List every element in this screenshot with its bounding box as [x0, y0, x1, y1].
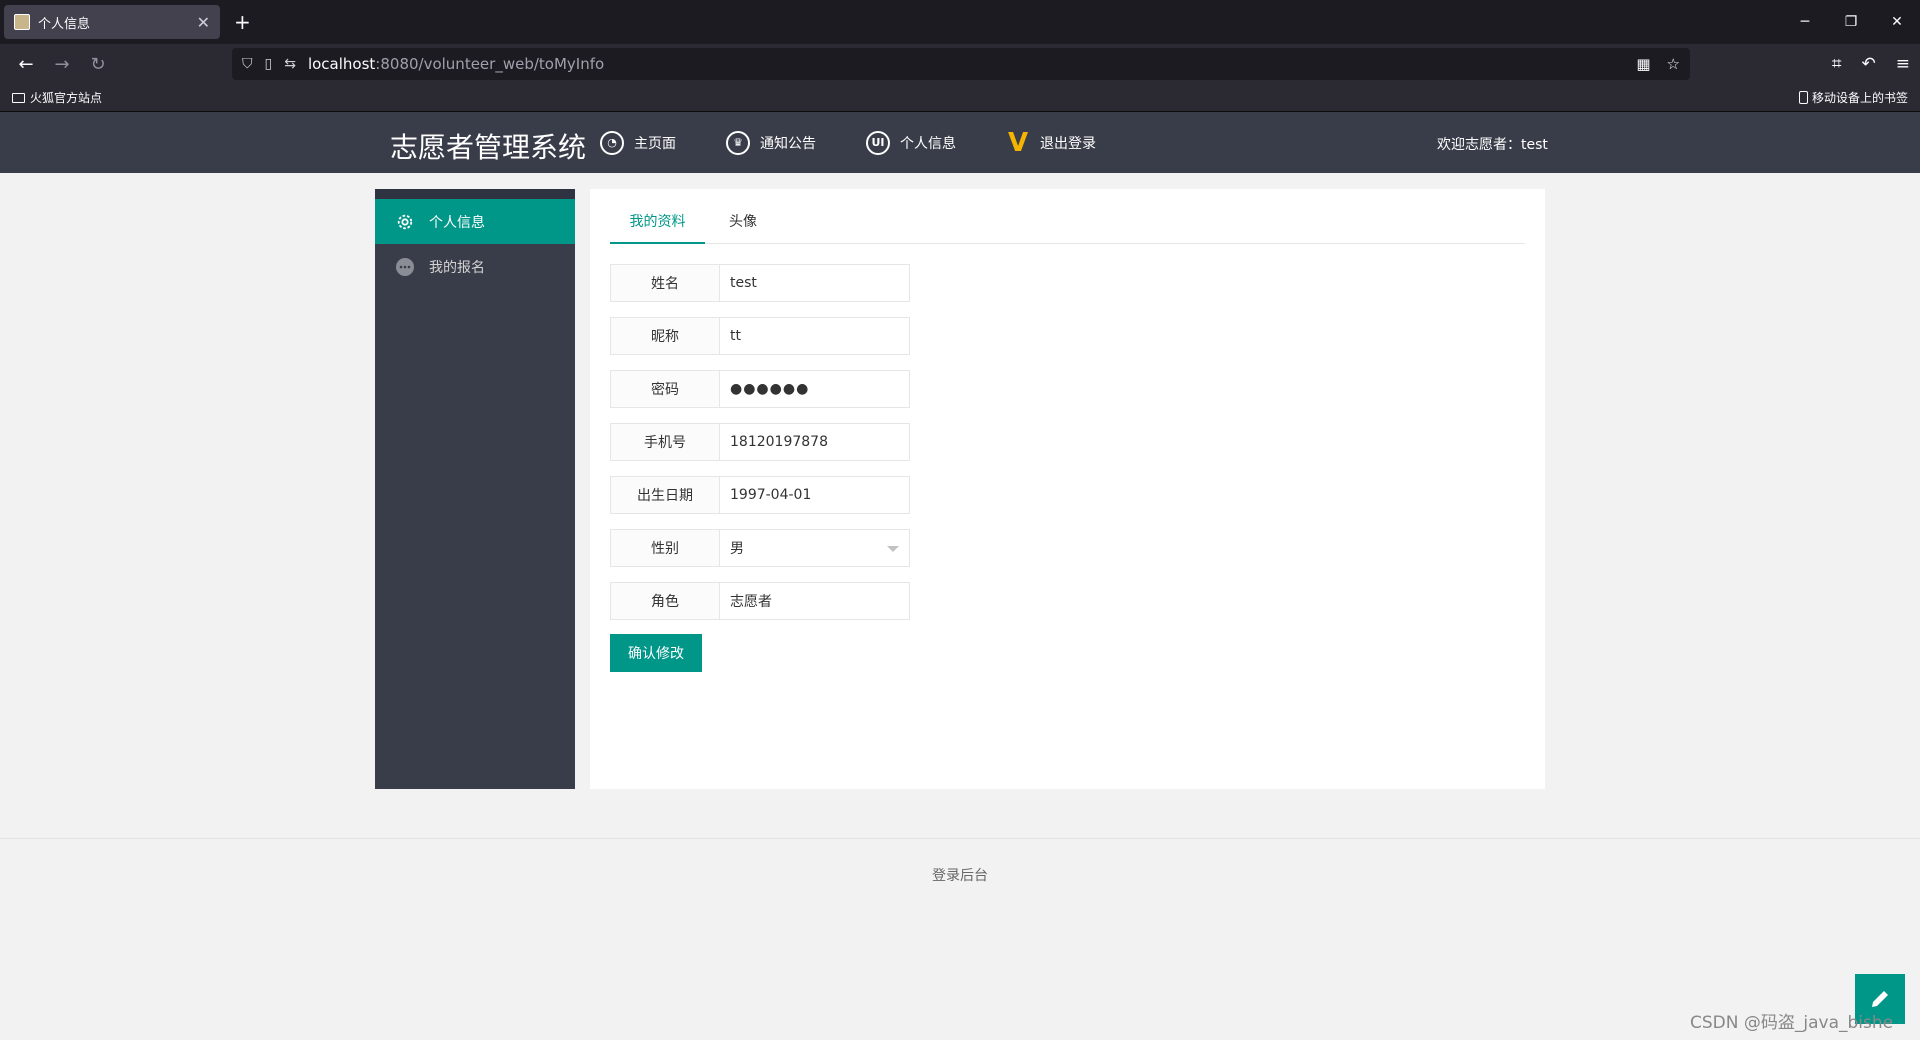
password-input[interactable]: ●●●●●● [720, 370, 910, 408]
mobile-bookmarks-label: 移动设备上的书签 [1811, 91, 1908, 105]
forward-icon[interactable]: → [44, 48, 80, 80]
chevron-down-icon [887, 546, 899, 552]
menu-icon[interactable]: ≡ [1896, 54, 1910, 74]
nav-logout[interactable]: V 退出登录 [1006, 127, 1096, 158]
page-icon: ▯ [264, 56, 273, 72]
admin-login-link[interactable]: 登录后台 [932, 865, 988, 885]
tab-my-profile[interactable]: 我的资料 [610, 209, 705, 244]
form-row-nickname: 昵称 tt [610, 317, 910, 355]
nav-profile-label: 个人信息 [900, 135, 956, 152]
form-row-phone: 手机号 18120197878 [610, 423, 910, 461]
gender-label: 性别 [610, 529, 720, 567]
tab-avatar[interactable]: 头像 [711, 209, 775, 244]
browser-navbar: ← → ↻ ⛉ ▯ ⇆ localhost :8080/volunteer_we… [0, 44, 1920, 84]
bookmarks-bar: 火狐官方站点 移动设备上的书签 [0, 84, 1920, 112]
gender-select-value: 男 [730, 541, 744, 557]
chat-icon [395, 257, 415, 277]
qr-code-icon[interactable]: ▦ [1636, 55, 1650, 73]
birthdate-label: 出生日期 [610, 476, 720, 514]
mobile-bookmarks[interactable]: 移动设备上的书签 [1798, 89, 1908, 106]
bookmark-firefox[interactable]: 火狐官方站点 [30, 89, 102, 106]
url-bar[interactable]: ⛉ ▯ ⇆ localhost :8080/volunteer_web/toMy… [232, 48, 1690, 80]
reload-icon[interactable]: ↻ [80, 48, 116, 80]
form-row-name: 姓名 test [610, 264, 910, 302]
birthdate-input[interactable]: 1997-04-01 [720, 476, 910, 514]
phone-input[interactable]: 18120197878 [720, 423, 910, 461]
app-logo[interactable]: 志愿者管理系统 [390, 126, 586, 166]
folder-icon [12, 92, 25, 103]
page-favicon-icon [14, 14, 30, 30]
browser-tab-title: 个人信息 [38, 16, 91, 32]
sidebar-item-profile[interactable]: 个人信息 [375, 199, 575, 244]
confirm-edit-button[interactable]: 确认修改 [610, 634, 702, 672]
phone-icon [1798, 91, 1808, 104]
new-tab-button[interactable]: + [234, 10, 251, 34]
footer: 登录后台 [0, 838, 1920, 898]
sidebar: 个人信息 我的报名 [375, 189, 575, 789]
form-row-password: 密码 ●●●●●● [610, 370, 910, 408]
name-input[interactable]: test [720, 264, 910, 302]
role-label: 角色 [610, 582, 720, 620]
password-label: 密码 [610, 370, 720, 408]
main-nav: ◔ 主页面 ♛ 通知公告 UI 个人信息 V 退出登录 [600, 112, 1146, 173]
sidebar-item-registrations[interactable]: 我的报名 [375, 244, 575, 289]
sidebar-item-label: 我的报名 [429, 259, 485, 276]
name-label: 姓名 [610, 264, 720, 302]
phone-label: 手机号 [610, 423, 720, 461]
pencil-icon [1872, 991, 1888, 1007]
window-controls: ─ ❐ ✕ [1782, 0, 1920, 44]
nav-profile[interactable]: UI 个人信息 [866, 130, 956, 155]
screenshot-icon[interactable]: ⌗ [1832, 54, 1842, 74]
gender-select[interactable]: 男 [720, 529, 910, 567]
home-icon: ◔ [600, 130, 624, 155]
v-icon: V [1007, 127, 1029, 158]
nav-logout-label: 退出登录 [1040, 135, 1096, 152]
nickname-input[interactable]: tt [720, 317, 910, 355]
back-icon[interactable]: ← [8, 48, 44, 80]
nav-home[interactable]: ◔ 主页面 [600, 130, 676, 155]
restore-icon[interactable]: ❐ [1828, 0, 1874, 44]
role-input[interactable]: 志愿者 [720, 582, 910, 620]
minimize-icon[interactable]: ─ [1782, 0, 1828, 44]
app-header: 志愿者管理系统 ◔ 主页面 ♛ 通知公告 UI 个人信息 V 退出登录 欢迎志愿… [0, 112, 1920, 173]
browser-tabbar: 个人信息 ✕ + ─ ❐ ✕ [0, 0, 1920, 44]
close-window-icon[interactable]: ✕ [1874, 0, 1920, 44]
nav-notices-label: 通知公告 [760, 135, 816, 152]
bookmark-star-icon[interactable]: ☆ [1667, 55, 1680, 73]
url-host: localhost [307, 55, 376, 73]
welcome-text: 欢迎志愿者：test [1437, 137, 1548, 153]
url-path: :8080/volunteer_web/toMyInfo [375, 55, 605, 73]
permissions-icon[interactable]: ⇆ [284, 56, 296, 72]
close-tab-icon[interactable]: ✕ [197, 13, 210, 32]
undo-icon[interactable]: ↶ [1862, 54, 1876, 74]
nickname-label: 昵称 [610, 317, 720, 355]
browser-tab[interactable]: 个人信息 ✕ [4, 5, 220, 39]
shield-icon[interactable]: ⛉ [242, 56, 253, 72]
form-row-gender: 性别 男 [610, 529, 910, 567]
ui-icon: UI [866, 130, 890, 155]
sidebar-top-strip [375, 189, 575, 199]
main-content: 我的资料 头像 姓名 test 昵称 tt 密码 ●●●●●● 手机号 1812… [590, 189, 1545, 789]
sidebar-item-label: 个人信息 [429, 214, 485, 231]
form-row-role: 角色 志愿者 [610, 582, 910, 620]
crown-icon: ♛ [726, 130, 750, 155]
gear-icon [395, 212, 415, 232]
nav-notices[interactable]: ♛ 通知公告 [726, 130, 816, 155]
form-row-birthdate: 出生日期 1997-04-01 [610, 476, 910, 514]
profile-tabs: 我的资料 头像 [610, 209, 1525, 244]
watermark: CSDN @码盗_java_bishe [1690, 1013, 1894, 1033]
nav-home-label: 主页面 [634, 135, 676, 152]
profile-form: 姓名 test 昵称 tt 密码 ●●●●●● 手机号 18120197878 … [610, 264, 910, 672]
